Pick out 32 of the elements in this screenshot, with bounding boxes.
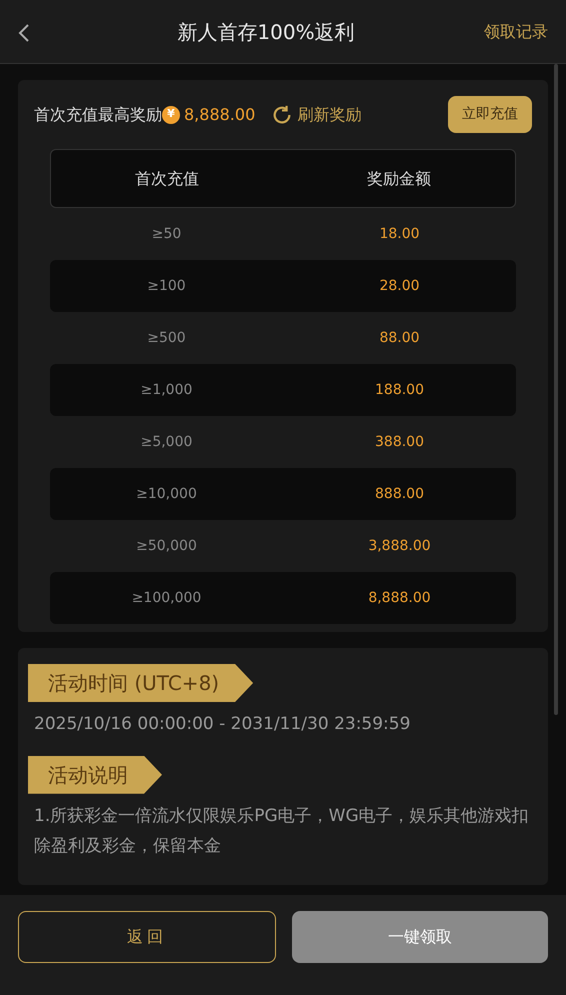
column-header: 奖励金额 — [367, 168, 431, 188]
deposit-label: ≥5,000 — [140, 434, 192, 450]
deposit-label: ≥50 — [152, 226, 182, 242]
reward-amount: 388.00 — [375, 434, 424, 450]
reward-amount: 3,888.00 — [368, 538, 431, 554]
coin-icon: ¥ — [162, 106, 180, 124]
section-text: 2025/10/16 00:00:00 - 2031/11/30 23:59:59 — [34, 713, 412, 736]
reward-amount: 8,888.00 — [368, 590, 431, 606]
deposit-label: ≥500 — [147, 330, 186, 346]
section-text: 1.所获彩金一倍流水仅限娱乐PG电子，WG电子，娱乐其他游戏扣除盈利及彩金，保留本金 — [34, 804, 530, 858]
column-header: 首次充值 — [135, 168, 199, 188]
records-link[interactable]: 领取记录 — [484, 20, 548, 44]
deposit-button[interactable]: 立即充值 — [448, 96, 532, 133]
max-reward-amount: 8,888.00 — [184, 104, 256, 126]
refresh-link[interactable]: 刷新奖励 — [271, 102, 362, 126]
reward-amount: 88.00 — [379, 330, 420, 346]
chevron-left-icon[interactable] — [18, 22, 30, 43]
reward-amount: 18.00 — [379, 226, 420, 242]
deposit-label: ≥10,000 — [136, 486, 197, 502]
reward-amount: 888.00 — [375, 486, 424, 502]
deposit-label: ≥1,000 — [140, 382, 192, 398]
refresh-icon[interactable] — [271, 104, 294, 126]
deposit-label: ≥50,000 — [136, 538, 197, 554]
section-heading: 活动说明 — [28, 756, 162, 794]
deposit-label: ≥100,000 — [132, 590, 202, 606]
page-title: 新人首存100%返利 — [177, 20, 355, 44]
back-button[interactable]: 返回 — [18, 911, 276, 963]
deposit-label: ≥100 — [147, 278, 186, 294]
reward-amount: 28.00 — [379, 278, 420, 294]
max-reward-label: 首次充值最高奖励 — [34, 104, 162, 126]
section-heading: 活动时间 (UTC+8) — [28, 664, 254, 702]
reward-amount: 188.00 — [375, 382, 424, 398]
